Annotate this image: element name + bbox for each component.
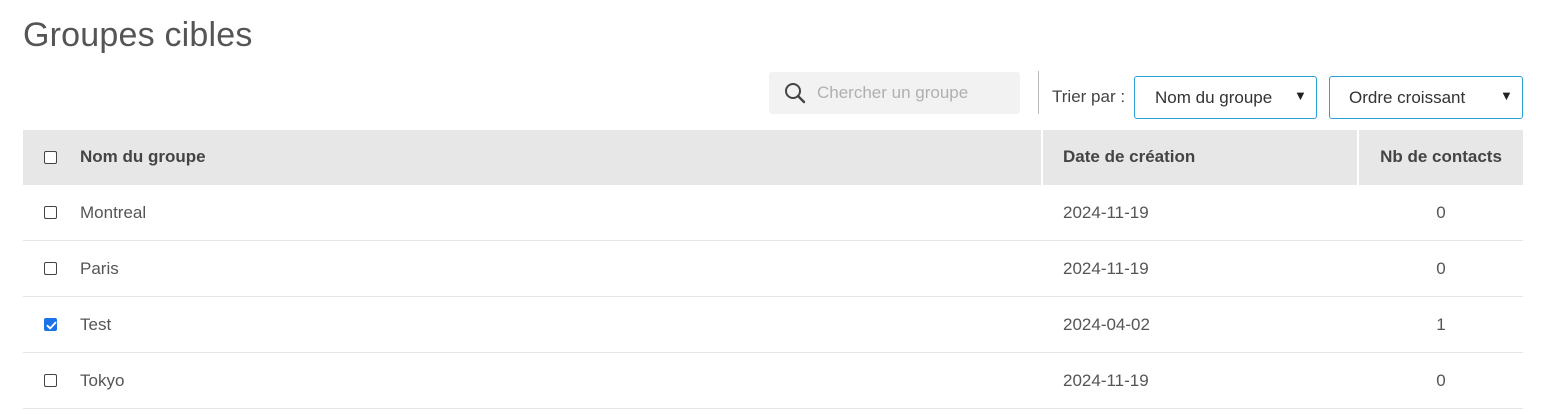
creation-date: 2024-11-19 <box>1063 371 1149 390</box>
contact-count: 0 <box>1436 259 1446 278</box>
search-icon <box>784 82 806 104</box>
toolbar-divider <box>1038 71 1039 114</box>
sort-label: Trier par : <box>1052 87 1126 106</box>
group-name[interactable]: Test <box>80 315 111 335</box>
sort-field-select[interactable]: Nom du groupe ▼ <box>1134 76 1317 119</box>
sort-order-select[interactable]: Ordre croissant ▼ <box>1329 76 1523 119</box>
page-title: Groupes cibles <box>23 16 253 54</box>
sort-order-value: Ordre croissant <box>1349 88 1466 107</box>
creation-date: 2024-11-19 <box>1063 259 1149 278</box>
group-name[interactable]: Montreal <box>80 203 146 223</box>
table-row[interactable]: Test 2024-04-02 1 <box>23 297 1523 353</box>
table-header: Nom du groupe Date de création Nb de con… <box>23 130 1523 185</box>
table-row[interactable]: Paris 2024-11-19 0 <box>23 241 1523 297</box>
creation-date: 2024-11-19 <box>1063 203 1149 222</box>
search-input[interactable] <box>817 72 1012 114</box>
row-checkbox[interactable] <box>44 206 57 219</box>
page: Groupes cibles Trier par : Nom du groupe… <box>0 0 1541 414</box>
column-header-date[interactable]: Date de création <box>1063 147 1195 167</box>
row-checkbox[interactable] <box>44 374 57 387</box>
select-all-checkbox[interactable] <box>44 151 57 164</box>
creation-date: 2024-04-02 <box>1063 315 1150 334</box>
group-name[interactable]: Paris <box>80 259 119 279</box>
column-header-name[interactable]: Nom du groupe <box>80 147 206 167</box>
table-body: Montreal 2024-11-19 0 Paris 2024-11-19 0… <box>23 185 1523 409</box>
groups-table: Nom du groupe Date de création Nb de con… <box>23 130 1523 409</box>
row-checkbox[interactable] <box>44 318 57 331</box>
row-checkbox[interactable] <box>44 262 57 275</box>
contact-count: 0 <box>1436 371 1446 390</box>
sort-field-value: Nom du groupe <box>1155 88 1273 107</box>
checkmark-icon <box>46 321 57 330</box>
group-name[interactable]: Tokyo <box>80 371 124 391</box>
column-divider <box>1041 130 1043 185</box>
contact-count: 0 <box>1436 203 1446 222</box>
column-header-count[interactable]: Nb de contacts <box>1359 147 1523 167</box>
table-row[interactable]: Tokyo 2024-11-19 0 <box>23 353 1523 409</box>
table-row[interactable]: Montreal 2024-11-19 0 <box>23 185 1523 241</box>
caret-down-icon: ▼ <box>1500 88 1513 103</box>
search-box[interactable] <box>769 72 1020 114</box>
contact-count: 1 <box>1436 315 1446 334</box>
caret-down-icon: ▼ <box>1294 88 1307 103</box>
